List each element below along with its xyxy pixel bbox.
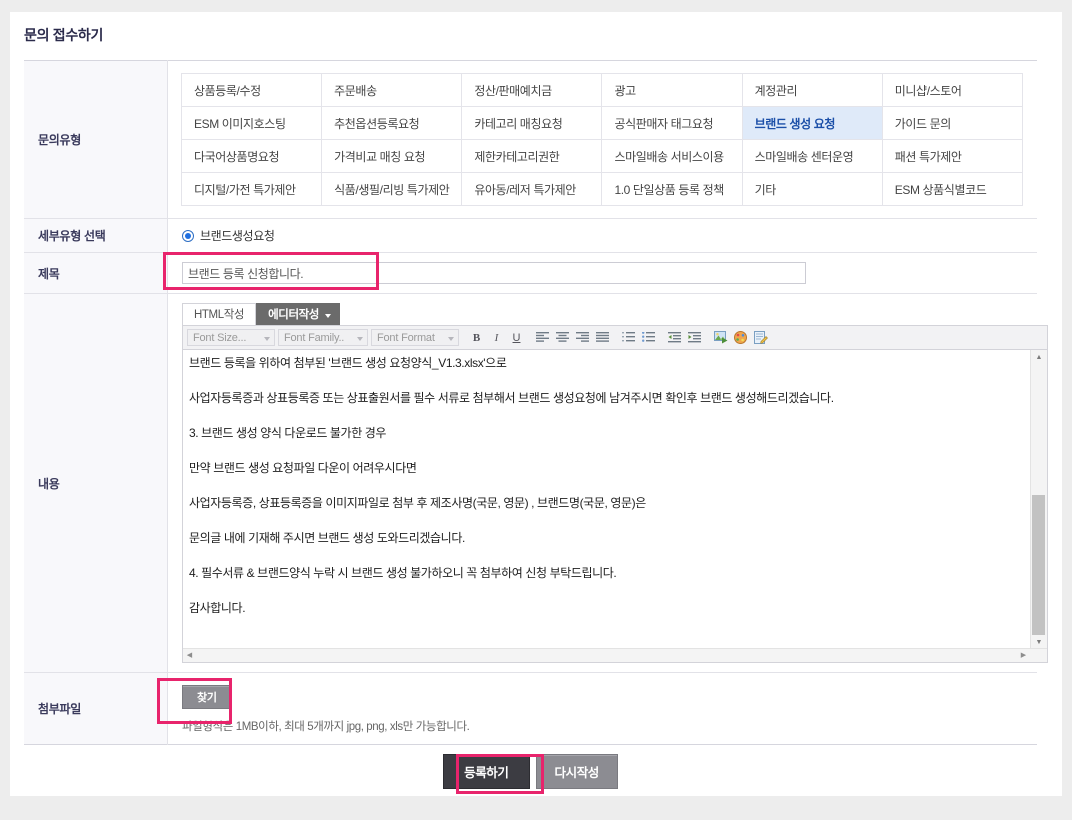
submit-button[interactable]: 등록하기 — [443, 754, 529, 789]
type-option-settlement[interactable]: 정산/판매예치금 — [462, 74, 602, 107]
underline-icon[interactable]: U — [508, 329, 525, 346]
align-right-icon[interactable] — [574, 329, 591, 346]
scroll-left-icon[interactable]: ◀ — [183, 649, 196, 661]
type-option-esm-image-hosting[interactable]: ESM 이미지호스팅 — [182, 107, 322, 140]
type-option-smile-delivery-service[interactable]: 스마일배송 서비스이용 — [602, 140, 742, 173]
align-left-icon[interactable] — [534, 329, 551, 346]
attachment-row: 첨부파일 찾기 파일형식은 1MB이하, 최대 5개까지 jpg, png, x… — [24, 673, 1037, 745]
vertical-scroll-thumb[interactable] — [1032, 495, 1045, 635]
subject-label: 제목 — [24, 253, 168, 294]
type-option-recommend-option[interactable]: 추천옵션등록요청 — [322, 107, 462, 140]
attachment-label: 첨부파일 — [24, 673, 168, 745]
editor-paragraph: 브랜드 등록을 위하여 첨부된 '브랜드 생성 요청양식_V1.3.xlsx'으… — [189, 356, 1023, 371]
type-option-smile-delivery-center[interactable]: 스마일배송 센터운영 — [742, 140, 882, 173]
attachment-note: 파일형식은 1MB이하, 최대 5개까지 jpg, png, xls만 가능합니… — [182, 718, 1037, 734]
type-option-account[interactable]: 계정관리 — [742, 74, 882, 107]
align-justify-icon[interactable] — [594, 329, 611, 346]
rich-text-editor: HTML작성 에디터작성 Font Size... Font Family.. … — [182, 303, 1048, 663]
type-option-digital-special[interactable]: 디지털/가전 특가제안 — [182, 173, 322, 206]
attachment-cell: 찾기 파일형식은 1MB이하, 최대 5개까지 jpg, png, xls만 가… — [168, 673, 1038, 745]
type-option-order-delivery[interactable]: 주문배송 — [322, 74, 462, 107]
outdent-icon[interactable] — [666, 329, 683, 346]
inquiry-type-row: 문의유형 상품등록/수정 주문배송 정산/판매예치금 광고 계정관리 — [24, 61, 1037, 219]
type-option-kids-leisure-special[interactable]: 유아동/레저 특가제안 — [462, 173, 602, 206]
align-center-icon[interactable] — [554, 329, 571, 346]
subject-input[interactable] — [182, 262, 806, 284]
edit-source-icon[interactable] — [752, 329, 769, 346]
insert-image-icon[interactable] — [712, 329, 729, 346]
type-grid-row: 다국어상품명요청 가격비교 매칭 요청 제한카테고리권한 스마일배송 서비스이용… — [182, 140, 1023, 173]
content-label: 내용 — [24, 294, 168, 673]
type-option-single-product-policy[interactable]: 1.0 단일상품 등록 정책 — [602, 173, 742, 206]
content-cell: HTML작성 에디터작성 Font Size... Font Family.. … — [168, 294, 1038, 673]
detail-type-radio-group[interactable]: 브랜드생성요청 — [168, 219, 1037, 252]
italic-icon[interactable]: I — [488, 329, 505, 346]
subject-cell — [168, 253, 1038, 294]
type-grid-row: 상품등록/수정 주문배송 정산/판매예치금 광고 계정관리 미니샵/스토어 — [182, 74, 1023, 107]
font-format-select[interactable]: Font Format — [371, 329, 459, 346]
type-option-multilingual-name[interactable]: 다국어상품명요청 — [182, 140, 322, 173]
editor-paragraph: 사업자등록증과 상표등록증 또는 상표출원서를 필수 서류로 첨부해서 브랜드 … — [189, 391, 1023, 406]
content-row: 내용 HTML작성 에디터작성 Font Size... Font Family… — [24, 294, 1037, 673]
text-color-icon[interactable] — [732, 329, 749, 346]
type-option-minishop[interactable]: 미니샵/스토어 — [882, 74, 1022, 107]
tab-editor-mode[interactable]: 에디터작성 — [256, 303, 340, 325]
content-panel: 문의 접수하기 문의유형 상품등록/수정 주문배송 정산/판매예치금 — [10, 12, 1062, 796]
inquiry-type-cell: 상품등록/수정 주문배송 정산/판매예치금 광고 계정관리 미니샵/스토어 ES… — [168, 61, 1038, 219]
editor-toolbar: Font Size... Font Family.. Font Format B… — [182, 325, 1048, 350]
inquiry-type-label: 문의유형 — [24, 61, 168, 219]
bold-icon[interactable]: B — [468, 329, 485, 346]
scroll-right-icon[interactable]: ▶ — [1017, 649, 1030, 661]
type-option-etc[interactable]: 기타 — [742, 173, 882, 206]
type-option-restricted-category[interactable]: 제한카테고리권한 — [462, 140, 602, 173]
form-action-bar: 등록하기 다시작성 — [24, 754, 1037, 789]
subject-row: 제목 — [24, 253, 1037, 294]
editor-paragraph: 문의글 내에 기재해 주시면 브랜드 생성 도와드리겠습니다. — [189, 531, 1023, 546]
detail-type-label: 세부유형 선택 — [24, 219, 168, 253]
detail-type-cell: 브랜드생성요청 — [168, 219, 1038, 253]
type-option-product-register[interactable]: 상품등록/수정 — [182, 74, 322, 107]
ordered-list-icon[interactable] — [620, 329, 637, 346]
file-browse-button[interactable]: 찾기 — [182, 685, 232, 709]
page-title: 문의 접수하기 — [10, 12, 1062, 45]
font-size-select[interactable]: Font Size... — [187, 329, 275, 346]
type-option-official-seller-tag[interactable]: 공식판매자 태그요청 — [602, 107, 742, 140]
type-option-fashion-special[interactable]: 패션 특가제안 — [882, 140, 1022, 173]
inquiry-form-table: 문의유형 상품등록/수정 주문배송 정산/판매예치금 광고 계정관리 — [24, 60, 1037, 745]
editor-tab-bar: HTML작성 에디터작성 — [182, 303, 1048, 325]
type-option-advertising[interactable]: 광고 — [602, 74, 742, 107]
type-grid-row: ESM 이미지호스팅 추천옵션등록요청 카테고리 매칭요청 공식판매자 태그요청… — [182, 107, 1023, 140]
reset-button[interactable]: 다시작성 — [536, 754, 618, 789]
editor-text-content[interactable]: 브랜드 등록을 위하여 첨부된 '브랜드 생성 요청양식_V1.3.xlsx'으… — [183, 350, 1031, 649]
inquiry-type-grid: 상품등록/수정 주문배송 정산/판매예치금 광고 계정관리 미니샵/스토어 ES… — [181, 73, 1023, 206]
type-grid-row: 디지털/가전 특가제안 식품/생필/리빙 특가제안 유아동/레저 특가제안 1.… — [182, 173, 1023, 206]
scroll-down-icon[interactable]: ▼ — [1031, 635, 1047, 649]
editor-paragraph: 사업자등록증, 상표등록증을 이미지파일로 첨부 후 제조사명(국문, 영문) … — [189, 496, 1023, 511]
editor-paragraph: 감사합니다. — [189, 601, 1023, 616]
detail-type-option-label[interactable]: 브랜드생성요청 — [200, 227, 274, 244]
scroll-up-icon[interactable]: ▲ — [1031, 350, 1047, 364]
editor-paragraph: 4. 필수서류 & 브랜드양식 누락 시 브랜드 생성 불가하오니 꼭 첨부하여… — [189, 566, 1023, 581]
type-option-food-living-special[interactable]: 식품/생필/리빙 특가제안 — [322, 173, 462, 206]
unordered-list-icon[interactable] — [640, 329, 657, 346]
detail-type-row: 세부유형 선택 브랜드생성요청 — [24, 219, 1037, 253]
type-option-guide-inquiry[interactable]: 가이드 문의 — [882, 107, 1022, 140]
editor-horizontal-scrollbar[interactable]: ◀ ▶ — [183, 648, 1047, 662]
editor-paragraph: 만약 브랜드 생성 요청파일 다운이 어려우시다면 — [189, 461, 1023, 476]
type-option-category-matching[interactable]: 카테고리 매칭요청 — [462, 107, 602, 140]
type-option-price-compare[interactable]: 가격비교 매칭 요청 — [322, 140, 462, 173]
type-option-brand-creation[interactable]: 브랜드 생성 요청 — [742, 107, 882, 140]
editor-paragraph: 3. 브랜드 생성 양식 다운로드 불가한 경우 — [189, 426, 1023, 441]
font-family-select[interactable]: Font Family.. — [278, 329, 368, 346]
indent-icon[interactable] — [686, 329, 703, 346]
editor-content-area[interactable]: 브랜드 등록을 위하여 첨부된 '브랜드 생성 요청양식_V1.3.xlsx'으… — [182, 350, 1048, 663]
type-option-esm-product-code[interactable]: ESM 상품식별코드 — [882, 173, 1022, 206]
tab-html-mode[interactable]: HTML작성 — [182, 303, 256, 325]
editor-vertical-scrollbar[interactable]: ▲ ▼ — [1030, 350, 1047, 649]
radio-selected-icon[interactable] — [182, 230, 194, 242]
